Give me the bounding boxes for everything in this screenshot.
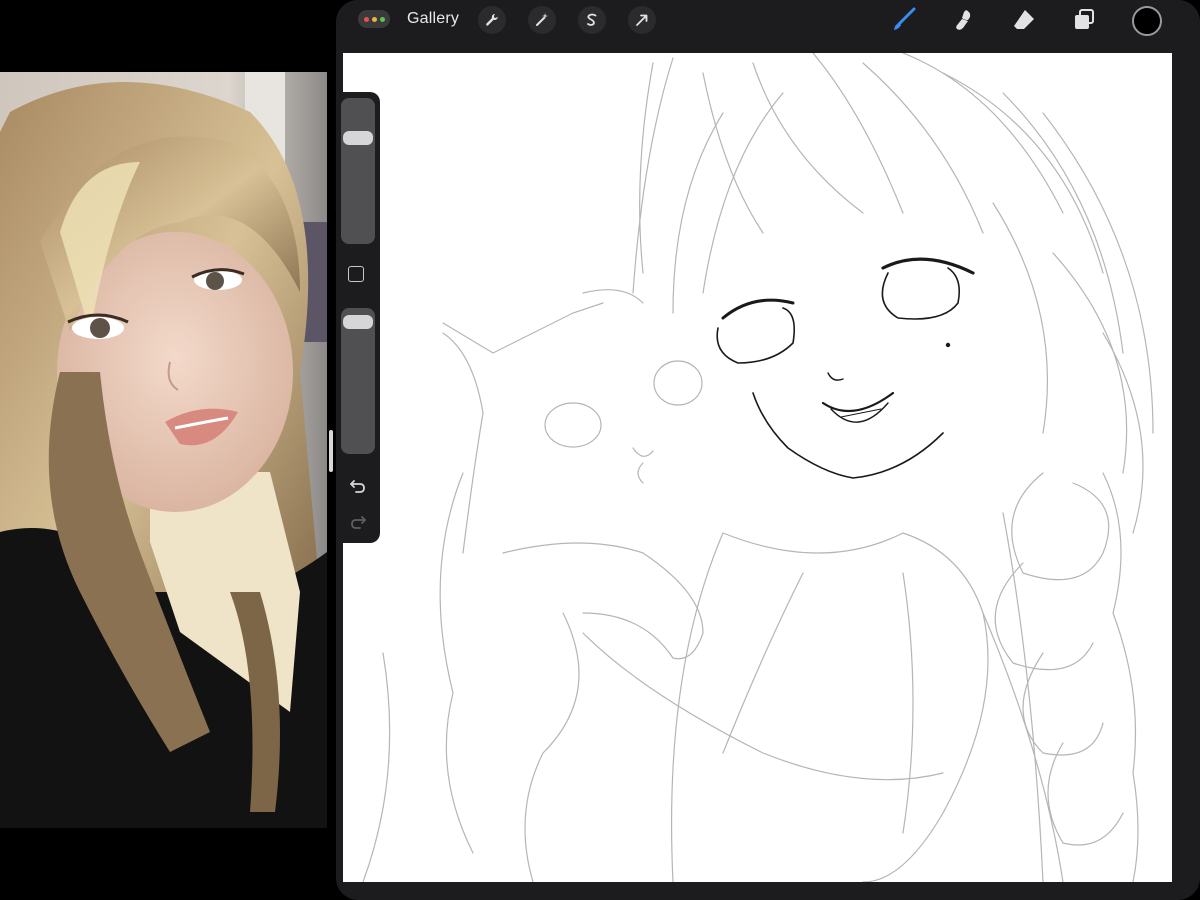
- smudge-button[interactable]: [947, 4, 979, 36]
- reference-photo-window: [0, 0, 327, 900]
- yellow-dot: [371, 16, 377, 22]
- undo-icon: [350, 480, 365, 493]
- adjustments-button[interactable]: [528, 6, 556, 34]
- eraser-icon: [1014, 10, 1034, 29]
- opacity-slider[interactable]: [341, 308, 375, 454]
- reference-photo: [0, 72, 327, 828]
- brush-size-slider[interactable]: [341, 98, 375, 244]
- eraser-button[interactable]: [1008, 4, 1040, 36]
- brush-icon: [894, 7, 916, 30]
- brush-size-thumb[interactable]: [343, 130, 373, 145]
- arrow-cursor-icon: [636, 14, 648, 26]
- sidebar: [338, 92, 380, 543]
- brush-button[interactable]: [888, 4, 920, 36]
- undo-button[interactable]: [346, 474, 370, 498]
- green-dot: [379, 16, 385, 22]
- actions-button[interactable]: [478, 6, 506, 34]
- layers-button[interactable]: [1068, 4, 1100, 36]
- magic-wand-icon: [536, 13, 548, 26]
- wrench-icon: [486, 13, 498, 26]
- smudge-icon: [956, 10, 971, 30]
- opacity-thumb[interactable]: [343, 315, 373, 330]
- drawing-canvas[interactable]: [343, 53, 1172, 882]
- window-controls-button[interactable]: [358, 10, 390, 28]
- color-button[interactable]: [1132, 6, 1162, 36]
- split-view-divider-handle[interactable]: [329, 430, 333, 472]
- layers-icon: [1075, 9, 1094, 29]
- redo-button[interactable]: [346, 510, 370, 534]
- procreate-window: Gallery: [336, 0, 1200, 900]
- modify-button[interactable]: [348, 266, 364, 282]
- selection-button[interactable]: [578, 6, 606, 34]
- top-toolbar: Gallery: [336, 0, 1200, 40]
- gallery-button[interactable]: Gallery: [407, 10, 459, 28]
- selection-s-icon: [587, 13, 597, 26]
- canvas-resize-corner-icon: [1146, 857, 1161, 873]
- transform-button[interactable]: [628, 6, 656, 34]
- redo-icon: [351, 516, 366, 529]
- red-dot: [363, 16, 369, 22]
